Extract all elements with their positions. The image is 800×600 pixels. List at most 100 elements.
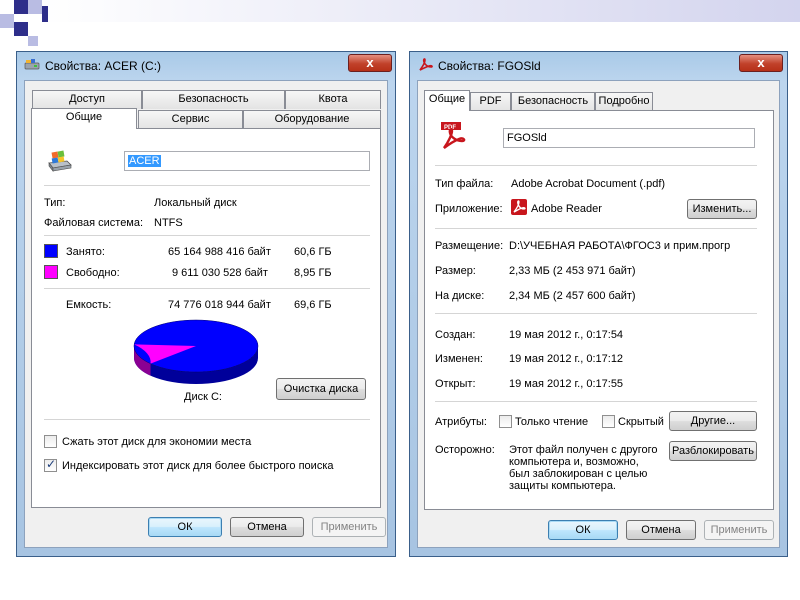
filetype-label: Тип файла: (435, 178, 494, 190)
change-app-button[interactable]: Изменить... (687, 199, 757, 219)
drive-label-input[interactable]: ACER (124, 151, 370, 171)
tab-general[interactable]: Общие (31, 108, 137, 129)
type-label: Тип: (44, 197, 66, 209)
free-size: 8,95 ГБ (294, 267, 332, 279)
caution-line: Этот файл получен с другого (509, 444, 658, 456)
decor-square (14, 22, 28, 36)
type-value: Локальный диск (154, 197, 237, 209)
caution-text: Этот файл получен с другого компьютера и… (509, 444, 658, 492)
capacity-label: Емкость: (66, 299, 112, 311)
pdf-icon (419, 58, 433, 71)
created-value: 19 мая 2012 г., 0:17:54 (509, 329, 624, 341)
close-button[interactable]: x (739, 54, 783, 72)
readonly-label: Только чтение (515, 416, 589, 428)
tab-label: Общие (65, 111, 103, 123)
title-bar[interactable]: Свойства: FGOSld x (410, 52, 787, 80)
divider (435, 165, 757, 166)
compress-label: Сжать этот диск для экономии места (62, 436, 252, 448)
attributes-label: Атрибуты: (435, 416, 487, 428)
divider (435, 401, 757, 402)
caution-line: компьютера и, возможно, (509, 456, 639, 468)
pdf-file-icon: PDF (441, 122, 466, 149)
tab-quota[interactable]: Квота (285, 90, 381, 109)
modified-value: 19 мая 2012 г., 0:17:12 (509, 353, 624, 365)
dialog-client: Общие PDF Безопасность Подробно PDF FGOS… (417, 80, 780, 548)
location-value: D:\УЧЕБНАЯ РАБОТА\ФГОС3 и прим.прогр (509, 240, 731, 252)
disk-caption: Диск C: (184, 391, 222, 403)
divider (44, 235, 370, 236)
readonly-checkbox[interactable] (499, 415, 512, 428)
cancel-button[interactable]: Отмена (230, 517, 304, 537)
apply-button[interactable]: Применить (312, 517, 386, 537)
tab-label: PDF (479, 95, 502, 107)
title-bar[interactable]: Свойства: ACER (C:) x (17, 52, 395, 80)
disk-cleanup-button[interactable]: Очистка диска (276, 378, 366, 400)
drive-label-value: ACER (128, 155, 161, 167)
tab-label: Оборудование (274, 113, 350, 125)
tab-security[interactable]: Безопасность (142, 90, 285, 109)
tab-hardware[interactable]: Оборудование (243, 110, 381, 129)
compress-checkbox[interactable] (44, 435, 57, 448)
disk-size-label: На диске: (435, 290, 485, 302)
ok-button[interactable]: ОК (548, 520, 618, 540)
tab-sharing[interactable]: Доступ (32, 90, 142, 109)
app-label: Приложение: (435, 203, 503, 215)
opened-label: Открыт: (435, 378, 476, 390)
cancel-button[interactable]: Отмена (626, 520, 696, 540)
advanced-attributes-button[interactable]: Другие... (669, 411, 757, 431)
decor-square (42, 6, 48, 22)
size-value: 2,33 МБ (2 453 971 байт) (509, 265, 636, 277)
caution-line: был заблокирован с целью (509, 468, 648, 480)
opened-value: 19 мая 2012 г., 0:17:55 (509, 378, 624, 390)
free-label: Свободно: (66, 267, 120, 279)
dialog-client: Доступ Безопасность Квота Общие Сервис О… (24, 80, 388, 548)
general-tab-panel: PDF FGOSld Тип файла: Adobe Acrobat Docu… (424, 110, 774, 510)
adobe-reader-icon (511, 199, 527, 215)
drive-properties-window: Свойства: ACER (C:) x Доступ Безопасност… (16, 51, 396, 557)
file-name-input[interactable]: FGOSld (503, 128, 755, 148)
window-title: Свойства: FGOSld (438, 59, 541, 73)
tab-label: Безопасность (517, 95, 589, 107)
free-space-swatch (44, 265, 58, 279)
free-bytes: 9 611 030 528 байт (172, 267, 268, 279)
tab-security[interactable]: Безопасность (511, 92, 595, 111)
ok-button[interactable]: ОК (148, 517, 222, 537)
modified-label: Изменен: (435, 353, 483, 365)
header-band (40, 0, 800, 22)
index-label: Индексировать этот диск для более быстро… (62, 460, 334, 472)
used-label: Занято: (66, 246, 105, 258)
tab-general[interactable]: Общие (424, 90, 470, 111)
decor-square (28, 0, 42, 14)
tab-label: Сервис (171, 113, 210, 125)
location-label: Размещение: (435, 240, 504, 252)
apply-button[interactable]: Применить (704, 520, 774, 540)
hidden-label: Скрытый (618, 416, 664, 428)
used-size: 60,6 ГБ (294, 246, 332, 258)
capacity-size: 69,6 ГБ (294, 299, 332, 311)
tab-tools[interactable]: Сервис (138, 110, 243, 129)
divider (44, 288, 370, 289)
used-bytes: 65 164 988 416 байт (168, 246, 271, 258)
tab-details[interactable]: Подробно (595, 92, 653, 111)
capacity-bytes: 74 776 018 944 байт (168, 299, 271, 311)
tab-label: Подробно (598, 95, 650, 107)
window-title: Свойства: ACER (C:) (45, 59, 162, 73)
tab-label: Доступ (69, 93, 105, 105)
divider (44, 185, 370, 186)
filesystem-label: Файловая система: (44, 217, 144, 229)
unblock-button[interactable]: Разблокировать (669, 441, 757, 461)
index-checkbox[interactable] (44, 457, 57, 472)
close-button[interactable]: x (348, 54, 392, 72)
decor-square (28, 36, 38, 46)
file-properties-window: Свойства: FGOSld x Общие PDF Безопасност… (409, 51, 788, 557)
drive-icon (24, 59, 40, 70)
tab-pdf[interactable]: PDF (470, 92, 511, 111)
size-label: Размер: (435, 265, 476, 277)
caution-label: Осторожно: (435, 444, 495, 456)
tab-label: Общие (428, 93, 466, 105)
disk-size-value: 2,34 МБ (2 457 600 байт) (509, 290, 636, 302)
divider (435, 228, 757, 229)
tab-label: Безопасность (178, 93, 249, 105)
hidden-checkbox[interactable] (602, 415, 615, 428)
disk-usage-pie (133, 319, 259, 384)
